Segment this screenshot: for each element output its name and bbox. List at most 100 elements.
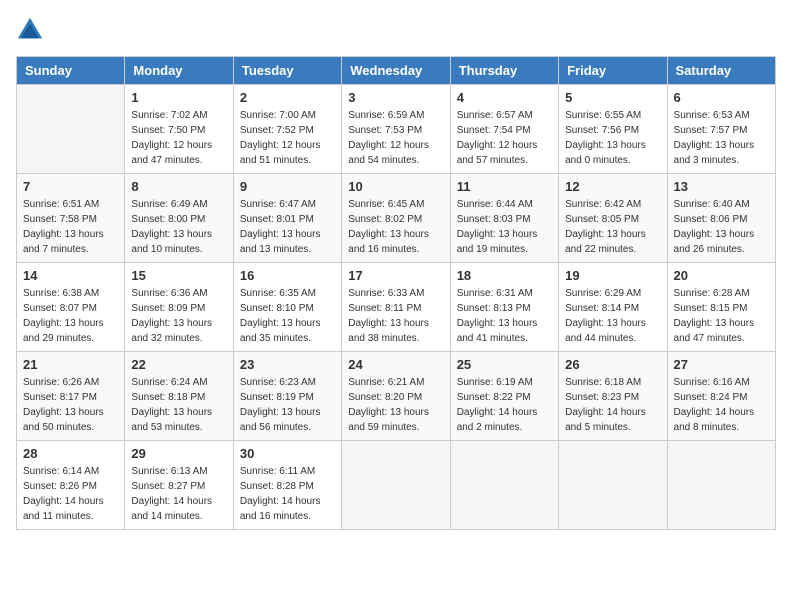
col-header-thursday: Thursday <box>450 57 558 85</box>
col-header-friday: Friday <box>559 57 667 85</box>
day-cell: 6 Sunrise: 6:53 AMSunset: 7:57 PMDaylight… <box>667 85 775 174</box>
logo <box>16 16 48 44</box>
day-cell: 20 Sunrise: 6:28 AMSunset: 8:15 PMDayligh… <box>667 263 775 352</box>
week-row-5: 28 Sunrise: 6:14 AMSunset: 8:26 PMDayligh… <box>17 441 776 530</box>
day-number: 16 <box>240 268 335 283</box>
day-info: Sunrise: 6:29 AMSunset: 8:14 PMDaylight:… <box>565 286 660 346</box>
week-row-4: 21 Sunrise: 6:26 AMSunset: 8:17 PMDayligh… <box>17 352 776 441</box>
day-cell: 17 Sunrise: 6:33 AMSunset: 8:11 PMDayligh… <box>342 263 450 352</box>
day-cell: 28 Sunrise: 6:14 AMSunset: 8:26 PMDayligh… <box>17 441 125 530</box>
day-number: 14 <box>23 268 118 283</box>
day-cell: 12 Sunrise: 6:42 AMSunset: 8:05 PMDayligh… <box>559 174 667 263</box>
day-cell: 4Sunrise: 6:57 AMSunset: 7:54 PMDaylight… <box>450 85 558 174</box>
day-info: Sunrise: 6:18 AMSunset: 8:23 PMDaylight:… <box>565 375 660 435</box>
day-cell: 14 Sunrise: 6:38 AMSunset: 8:07 PMDayligh… <box>17 263 125 352</box>
day-number: 1 <box>131 90 226 105</box>
day-info: Sunrise: 7:02 AMSunset: 7:50 PMDaylight:… <box>131 108 226 168</box>
day-info: Sunrise: 6:31 AMSunset: 8:13 PMDaylight:… <box>457 286 552 346</box>
col-header-sunday: Sunday <box>17 57 125 85</box>
day-number: 15 <box>131 268 226 283</box>
day-cell: 13 Sunrise: 6:40 AMSunset: 8:06 PMDayligh… <box>667 174 775 263</box>
calendar-table: SundayMondayTuesdayWednesdayThursdayFrid… <box>16 56 776 530</box>
day-info: Sunrise: 6:49 AMSunset: 8:00 PMDaylight:… <box>131 197 226 257</box>
week-row-2: 7Sunrise: 6:51 AMSunset: 7:58 PMDaylight… <box>17 174 776 263</box>
day-info: Sunrise: 6:38 AMSunset: 8:07 PMDaylight:… <box>23 286 118 346</box>
day-info: Sunrise: 6:44 AMSunset: 8:03 PMDaylight:… <box>457 197 552 257</box>
day-info: Sunrise: 6:19 AMSunset: 8:22 PMDaylight:… <box>457 375 552 435</box>
day-info: Sunrise: 6:23 AMSunset: 8:19 PMDaylight:… <box>240 375 335 435</box>
day-cell <box>667 441 775 530</box>
day-cell: 7Sunrise: 6:51 AMSunset: 7:58 PMDaylight… <box>17 174 125 263</box>
day-number: 18 <box>457 268 552 283</box>
logo-icon <box>16 16 44 44</box>
day-number: 17 <box>348 268 443 283</box>
day-number: 19 <box>565 268 660 283</box>
col-header-monday: Monday <box>125 57 233 85</box>
day-number: 7 <box>23 179 118 194</box>
day-number: 25 <box>457 357 552 372</box>
day-info: Sunrise: 6:59 AMSunset: 7:53 PMDaylight:… <box>348 108 443 168</box>
day-info: Sunrise: 6:26 AMSunset: 8:17 PMDaylight:… <box>23 375 118 435</box>
day-cell <box>450 441 558 530</box>
day-info: Sunrise: 6:42 AMSunset: 8:05 PMDaylight:… <box>565 197 660 257</box>
day-number: 26 <box>565 357 660 372</box>
day-info: Sunrise: 6:53 AMSunset: 7:57 PMDaylight:… <box>674 108 769 168</box>
day-info: Sunrise: 6:45 AMSunset: 8:02 PMDaylight:… <box>348 197 443 257</box>
day-cell: 18 Sunrise: 6:31 AMSunset: 8:13 PMDayligh… <box>450 263 558 352</box>
day-number: 23 <box>240 357 335 372</box>
day-number: 9 <box>240 179 335 194</box>
col-header-wednesday: Wednesday <box>342 57 450 85</box>
day-cell: 5 Sunrise: 6:55 AMSunset: 7:56 PMDaylight… <box>559 85 667 174</box>
day-cell: 23 Sunrise: 6:23 AMSunset: 8:19 PMDayligh… <box>233 352 341 441</box>
day-number: 13 <box>674 179 769 194</box>
day-number: 4 <box>457 90 552 105</box>
day-cell: 8 Sunrise: 6:49 AMSunset: 8:00 PMDaylight… <box>125 174 233 263</box>
calendar-header-row: SundayMondayTuesdayWednesdayThursdayFrid… <box>17 57 776 85</box>
day-number: 3 <box>348 90 443 105</box>
day-number: 24 <box>348 357 443 372</box>
day-cell: 10 Sunrise: 6:45 AMSunset: 8:02 PMDayligh… <box>342 174 450 263</box>
day-number: 5 <box>565 90 660 105</box>
day-number: 21 <box>23 357 118 372</box>
day-number: 6 <box>674 90 769 105</box>
day-info: Sunrise: 6:47 AMSunset: 8:01 PMDaylight:… <box>240 197 335 257</box>
day-cell: 9 Sunrise: 6:47 AMSunset: 8:01 PMDaylight… <box>233 174 341 263</box>
day-number: 8 <box>131 179 226 194</box>
day-cell: 15Sunrise: 6:36 AMSunset: 8:09 PMDayligh… <box>125 263 233 352</box>
day-cell <box>342 441 450 530</box>
day-number: 2 <box>240 90 335 105</box>
day-number: 20 <box>674 268 769 283</box>
day-cell: 1 Sunrise: 7:02 AMSunset: 7:50 PMDaylight… <box>125 85 233 174</box>
day-info: Sunrise: 6:16 AMSunset: 8:24 PMDaylight:… <box>674 375 769 435</box>
day-number: 10 <box>348 179 443 194</box>
day-info: Sunrise: 6:28 AMSunset: 8:15 PMDaylight:… <box>674 286 769 346</box>
day-cell: 19 Sunrise: 6:29 AMSunset: 8:14 PMDayligh… <box>559 263 667 352</box>
day-cell: 16 Sunrise: 6:35 AMSunset: 8:10 PMDayligh… <box>233 263 341 352</box>
day-cell <box>559 441 667 530</box>
day-cell: 26 Sunrise: 6:18 AMSunset: 8:23 PMDayligh… <box>559 352 667 441</box>
week-row-3: 14 Sunrise: 6:38 AMSunset: 8:07 PMDayligh… <box>17 263 776 352</box>
day-info: Sunrise: 6:11 AMSunset: 8:28 PMDaylight:… <box>240 464 335 524</box>
col-header-saturday: Saturday <box>667 57 775 85</box>
day-number: 28 <box>23 446 118 461</box>
day-info: Sunrise: 6:14 AMSunset: 8:26 PMDaylight:… <box>23 464 118 524</box>
day-cell: 22Sunrise: 6:24 AMSunset: 8:18 PMDayligh… <box>125 352 233 441</box>
day-cell: 30 Sunrise: 6:11 AMSunset: 8:28 PMDayligh… <box>233 441 341 530</box>
col-header-tuesday: Tuesday <box>233 57 341 85</box>
day-cell: 24 Sunrise: 6:21 AMSunset: 8:20 PMDayligh… <box>342 352 450 441</box>
day-cell: 29Sunrise: 6:13 AMSunset: 8:27 PMDayligh… <box>125 441 233 530</box>
day-info: Sunrise: 6:55 AMSunset: 7:56 PMDaylight:… <box>565 108 660 168</box>
day-number: 27 <box>674 357 769 372</box>
page-header <box>16 16 776 44</box>
day-info: Sunrise: 6:33 AMSunset: 8:11 PMDaylight:… <box>348 286 443 346</box>
day-info: Sunrise: 6:35 AMSunset: 8:10 PMDaylight:… <box>240 286 335 346</box>
day-cell: 3 Sunrise: 6:59 AMSunset: 7:53 PMDaylight… <box>342 85 450 174</box>
day-number: 30 <box>240 446 335 461</box>
day-info: Sunrise: 6:40 AMSunset: 8:06 PMDaylight:… <box>674 197 769 257</box>
day-info: Sunrise: 7:00 AMSunset: 7:52 PMDaylight:… <box>240 108 335 168</box>
day-info: Sunrise: 6:21 AMSunset: 8:20 PMDaylight:… <box>348 375 443 435</box>
day-number: 12 <box>565 179 660 194</box>
day-number: 11 <box>457 179 552 194</box>
day-number: 22 <box>131 357 226 372</box>
day-cell: 25 Sunrise: 6:19 AMSunset: 8:22 PMDayligh… <box>450 352 558 441</box>
